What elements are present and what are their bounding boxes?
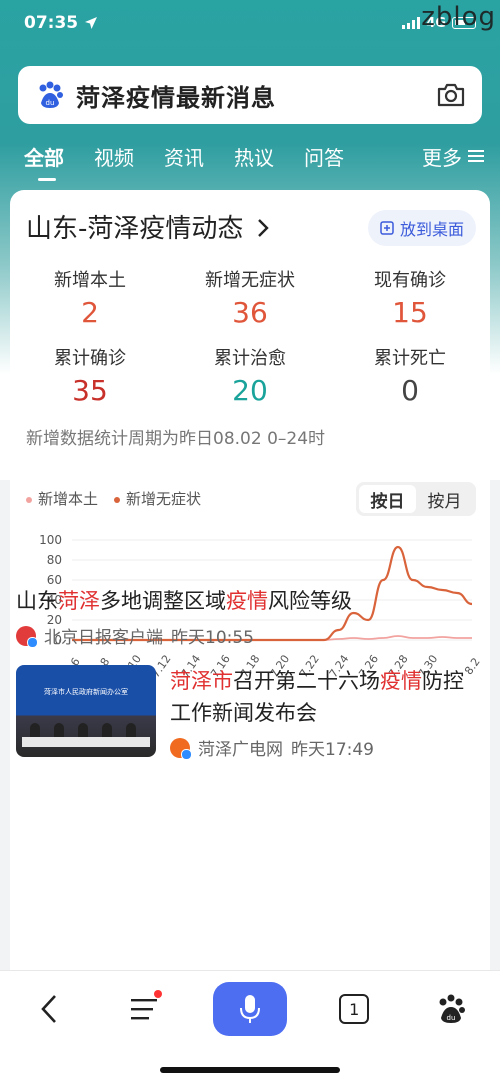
toggle-by-month[interactable]: 按月 [416, 485, 473, 513]
location-arrow-icon [85, 17, 98, 29]
tab-all[interactable]: 全部 [24, 142, 64, 181]
stat-value: 15 [392, 296, 428, 329]
microphone-icon [239, 995, 260, 1023]
news-item[interactable]: 山东菏泽多地调整区域疫情风险等级 北京日报客户端 昨天10:55 [16, 585, 466, 648]
stat-new-local: 新增本土 2 [10, 266, 170, 344]
stat-value: 36 [232, 296, 268, 329]
legend-label: 新增本土 [38, 490, 99, 508]
stat-label: 累计治愈 [214, 348, 286, 369]
status-time: 07:35 [24, 13, 98, 33]
baidu-paw-icon: du [39, 81, 63, 108]
tab-more[interactable]: 更多 [422, 142, 484, 171]
tab-discussion[interactable]: 热议 [234, 142, 274, 171]
category-tabs: 全部 视频 资讯 热议 问答 更多 [24, 136, 484, 181]
add-to-desktop-label: 放到桌面 [399, 220, 464, 239]
title-part: 召开第二十六场 [233, 669, 380, 693]
title-highlight: 疫情 [226, 589, 268, 613]
legend-label: 新增无症状 [126, 490, 202, 508]
svg-text:du: du [46, 99, 55, 107]
news-item[interactable]: 菏泽市人民政府新闻办公室 菏泽市召开第二十六场疫情防控工作新闻发布会 菏泽广电网… [16, 665, 466, 765]
tab-video[interactable]: 视频 [94, 142, 134, 171]
tabs-button[interactable]: 1 [324, 984, 384, 1034]
home-indicator [160, 1067, 340, 1073]
menu-button[interactable] [116, 984, 176, 1034]
y-tick-label: 100 [39, 533, 62, 547]
news-thumbnail[interactable]: 菏泽市人民政府新闻办公室 [16, 665, 156, 757]
chevron-left-icon [40, 995, 56, 1023]
title-part: 山东 [16, 589, 58, 613]
signal-icon [402, 17, 421, 29]
news-title[interactable]: 菏泽市召开第二十六场疫情防控工作新闻发布会 [170, 665, 466, 729]
chart-legend: 新增本土 新增无症状 [26, 488, 201, 509]
legend-dot [26, 496, 32, 503]
menu-icon [468, 150, 484, 162]
card-title-text: 山东-菏泽疫情动态 [26, 214, 244, 244]
voice-search-button[interactable] [212, 982, 287, 1036]
y-tick-label: 80 [47, 553, 62, 567]
stats-period-note: 新增数据统计周期为昨日08.02 0–24时 [26, 429, 326, 449]
camera-icon[interactable] [436, 82, 466, 108]
period-toggle: 按日 按月 [356, 482, 476, 516]
search-bar[interactable]: du 菏泽疫情最新消息 [18, 66, 482, 124]
title-highlight: 菏泽市 [170, 669, 233, 693]
stat-new-asymptomatic: 新增无症状 36 [170, 266, 330, 344]
legend-item-local[interactable]: 新增本土 [26, 488, 98, 509]
toggle-by-day[interactable]: 按日 [359, 485, 416, 513]
title-part: 风险等级 [268, 589, 352, 613]
news-meta: 菏泽广电网 昨天17:49 [170, 735, 466, 760]
news-title[interactable]: 山东菏泽多地调整区域疫情风险等级 [16, 585, 466, 617]
news-source[interactable]: 北京日报客户端 [44, 623, 163, 648]
news-source[interactable]: 菏泽广电网 [198, 735, 283, 760]
stat-label: 累计确诊 [54, 348, 126, 369]
news-meta: 北京日报客户端 昨天10:55 [16, 623, 466, 648]
baidu-paw-icon: du [439, 994, 466, 1023]
stat-value: 2 [81, 296, 99, 329]
svg-text:du: du [447, 1014, 456, 1022]
stat-label: 现有确诊 [374, 270, 446, 291]
bottom-nav-bar: 1 du [0, 970, 500, 1082]
stat-total-confirmed: 累计确诊 35 [10, 344, 170, 422]
stat-total-deaths: 累计死亡 0 [330, 344, 490, 422]
stats-grid: 新增本土 2 新增无症状 36 现有确诊 15 累计确诊 35 累计治愈 20 [10, 266, 490, 422]
title-highlight: 菏泽 [58, 589, 100, 613]
stat-label: 累计死亡 [374, 348, 446, 369]
tab-count: 1 [339, 994, 370, 1024]
tab-news[interactable]: 资讯 [164, 142, 204, 171]
legend-dot [114, 496, 121, 503]
stat-current-confirmed: 现有确诊 15 [330, 266, 490, 344]
stat-total-recovered: 累计治愈 20 [170, 344, 330, 422]
source-avatar-icon [16, 625, 38, 648]
news-time: 昨天17:49 [291, 740, 374, 760]
card-title[interactable]: 山东-菏泽疫情动态 [26, 208, 270, 245]
thumb-caption: 菏泽市人民政府新闻办公室 [44, 688, 128, 696]
legend-item-asymptomatic[interactable]: 新增无症状 [114, 488, 201, 509]
notification-dot [153, 990, 162, 998]
back-button[interactable] [19, 984, 79, 1034]
tab-qa[interactable]: 问答 [304, 142, 344, 171]
add-to-desktop-button[interactable]: 放到桌面 [367, 210, 476, 246]
add-box-icon [380, 221, 394, 235]
stat-label: 新增无症状 [205, 270, 295, 291]
stat-label: 新增本土 [54, 270, 126, 291]
baidu-home-button[interactable]: du [421, 984, 481, 1034]
title-highlight: 疫情 [380, 669, 422, 693]
title-part: 多地调整区域 [100, 589, 226, 613]
thumb-table [22, 737, 150, 747]
stat-value: 20 [232, 374, 268, 407]
tab-more-label: 更多 [422, 145, 462, 170]
chevron-right-icon [257, 219, 269, 237]
news-body: 菏泽市召开第二十六场疫情防控工作新闻发布会 菏泽广电网 昨天17:49 [170, 665, 466, 765]
news-time: 昨天10:55 [171, 628, 254, 648]
stat-value: 35 [72, 374, 108, 407]
watermark: zblog [421, 2, 496, 32]
search-query[interactable]: 菏泽疫情最新消息 [76, 78, 276, 113]
clock: 07:35 [24, 13, 79, 33]
source-avatar-icon [170, 737, 192, 760]
stat-value: 0 [401, 374, 419, 407]
menu-lines-icon [130, 999, 157, 1020]
